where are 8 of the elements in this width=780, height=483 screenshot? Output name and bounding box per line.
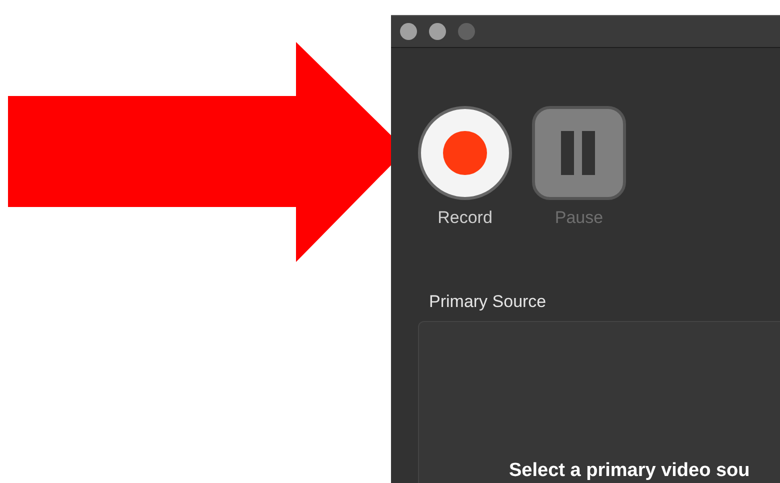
button-label: Record — [438, 208, 492, 228]
button-label: Pause — [554, 208, 604, 228]
window-control-icon[interactable] — [400, 23, 417, 40]
window-control-icon[interactable] — [429, 23, 446, 40]
record-icon — [443, 131, 487, 175]
source-message: Select a primary video sou — [509, 460, 750, 482]
pause-icon — [561, 131, 597, 175]
section-heading: Primary Source — [429, 292, 548, 312]
